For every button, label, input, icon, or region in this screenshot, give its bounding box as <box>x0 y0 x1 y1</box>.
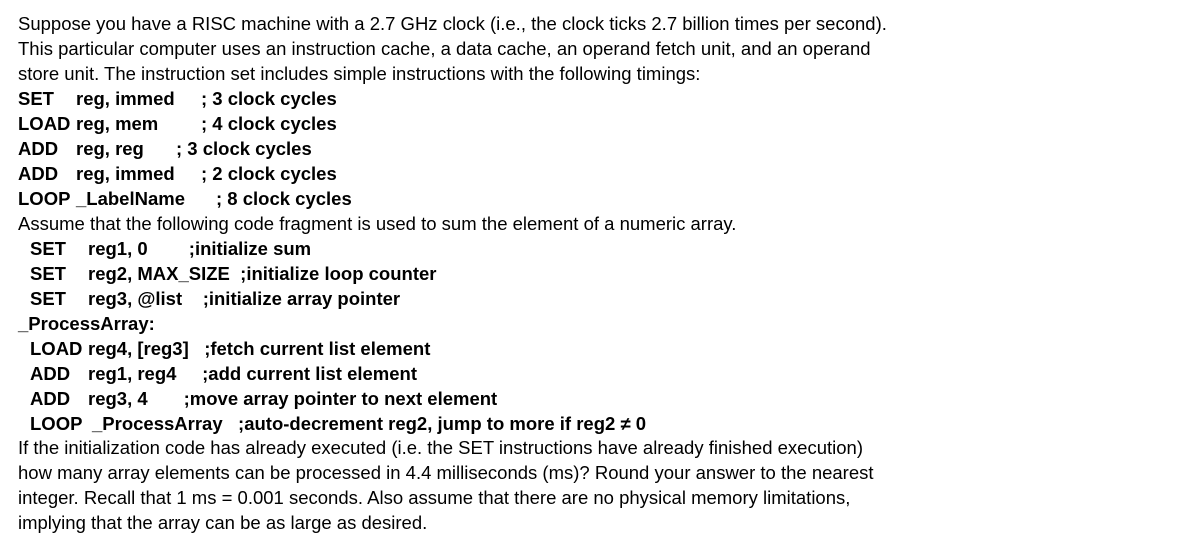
code-label: _ProcessArray: <box>18 312 1182 337</box>
code-op: LOAD <box>30 337 88 362</box>
timing-row: ADDreg, reg; 3 clock cycles <box>18 137 1182 162</box>
code-op: SET <box>30 287 88 312</box>
indent <box>18 387 30 412</box>
code-row: SETreg3, @list ;initialize array pointer <box>18 287 1182 312</box>
code-args: reg1, reg4 <box>88 362 176 387</box>
intro-line-2: This particular computer uses an instruc… <box>18 37 1182 62</box>
question-paragraph: If the initialization code has already e… <box>18 436 1182 536</box>
indent <box>18 337 30 362</box>
question-line-2: how many array elements can be processed… <box>18 461 1182 486</box>
code-args: reg2, MAX_SIZE <box>88 262 230 287</box>
timing-cycles: ; 4 clock cycles <box>201 112 337 137</box>
intro-line-1: Suppose you have a RISC machine with a 2… <box>18 12 1182 37</box>
timing-op: ADD <box>18 137 76 162</box>
code-comment: ;auto-decrement reg2, jump to more if re… <box>238 413 646 434</box>
indent <box>18 362 30 387</box>
timing-row: ADDreg, immed; 2 clock cycles <box>18 162 1182 187</box>
code-comment: ;initialize sum <box>189 238 311 259</box>
indent <box>18 287 30 312</box>
spacer <box>223 413 238 434</box>
timing-list: SETreg, immed; 3 clock cycles LOADreg, m… <box>18 87 1182 212</box>
intro-line-3: store unit. The instruction set includes… <box>18 62 1182 87</box>
code-args: reg1, 0 <box>88 237 148 262</box>
spacer <box>148 388 184 409</box>
timing-row: LOADreg, mem; 4 clock cycles <box>18 112 1182 137</box>
code-comment: ;fetch current list element <box>204 338 430 359</box>
timing-cycles: ; 3 clock cycles <box>201 87 337 112</box>
code-row: ADDreg3, 4 ;move array pointer to next e… <box>18 387 1182 412</box>
code-row: LOOP_ProcessArray ;auto-decrement reg2, … <box>18 412 1182 437</box>
timing-cycles: ; 2 clock cycles <box>201 162 337 187</box>
question-line-1: If the initialization code has already e… <box>18 436 1182 461</box>
spacer <box>176 363 202 384</box>
question-line-4: implying that the array can be as large … <box>18 511 1182 536</box>
code-comment: ;add current list element <box>202 363 417 384</box>
timing-row: SETreg, immed; 3 clock cycles <box>18 87 1182 112</box>
timing-args: _LabelName <box>76 187 216 212</box>
code-op: SET <box>30 262 88 287</box>
code-row: LOADreg4, [reg3] ;fetch current list ele… <box>18 337 1182 362</box>
spacer <box>189 338 204 359</box>
timing-args: reg, immed <box>76 87 201 112</box>
code-comment: ;initialize array pointer <box>203 288 400 309</box>
code-loop-block: LOADreg4, [reg3] ;fetch current list ele… <box>18 337 1182 437</box>
indent <box>18 237 30 262</box>
timing-cycles: ; 8 clock cycles <box>216 187 352 212</box>
timing-row: LOOP_LabelName; 8 clock cycles <box>18 187 1182 212</box>
indent <box>18 262 30 287</box>
code-row: ADDreg1, reg4 ;add current list element <box>18 362 1182 387</box>
code-row: SETreg1, 0 ;initialize sum <box>18 237 1182 262</box>
code-op: SET <box>30 237 88 262</box>
timing-args: reg, reg <box>76 137 176 162</box>
spacer <box>148 238 189 259</box>
code-args: reg3, 4 <box>88 387 148 412</box>
intro-paragraph: Suppose you have a RISC machine with a 2… <box>18 12 1182 87</box>
code-op: ADD <box>30 362 88 387</box>
code-op: ADD <box>30 387 88 412</box>
code-comment: ;initialize loop counter <box>240 263 436 284</box>
spacer <box>230 263 240 284</box>
timing-args: reg, immed <box>76 162 201 187</box>
question-line-3: integer. Recall that 1 ms = 0.001 second… <box>18 486 1182 511</box>
spacer <box>182 288 203 309</box>
code-args: _ProcessArray <box>92 412 223 437</box>
code-op: LOOP <box>30 412 92 437</box>
timing-args: reg, mem <box>76 112 201 137</box>
code-row: SETreg2, MAX_SIZE ;initialize loop count… <box>18 262 1182 287</box>
timing-op: LOAD <box>18 112 76 137</box>
indent <box>18 412 30 437</box>
timing-op: ADD <box>18 162 76 187</box>
code-args: reg4, [reg3] <box>88 337 189 362</box>
timing-cycles: ; 3 clock cycles <box>176 137 312 162</box>
code-args: reg3, @list <box>88 287 182 312</box>
code-comment: ;move array pointer to next element <box>184 388 498 409</box>
mid-text: Assume that the following code fragment … <box>18 212 1182 237</box>
code-init-block: SETreg1, 0 ;initialize sum SETreg2, MAX_… <box>18 237 1182 312</box>
timing-op: LOOP <box>18 187 76 212</box>
timing-op: SET <box>18 87 76 112</box>
